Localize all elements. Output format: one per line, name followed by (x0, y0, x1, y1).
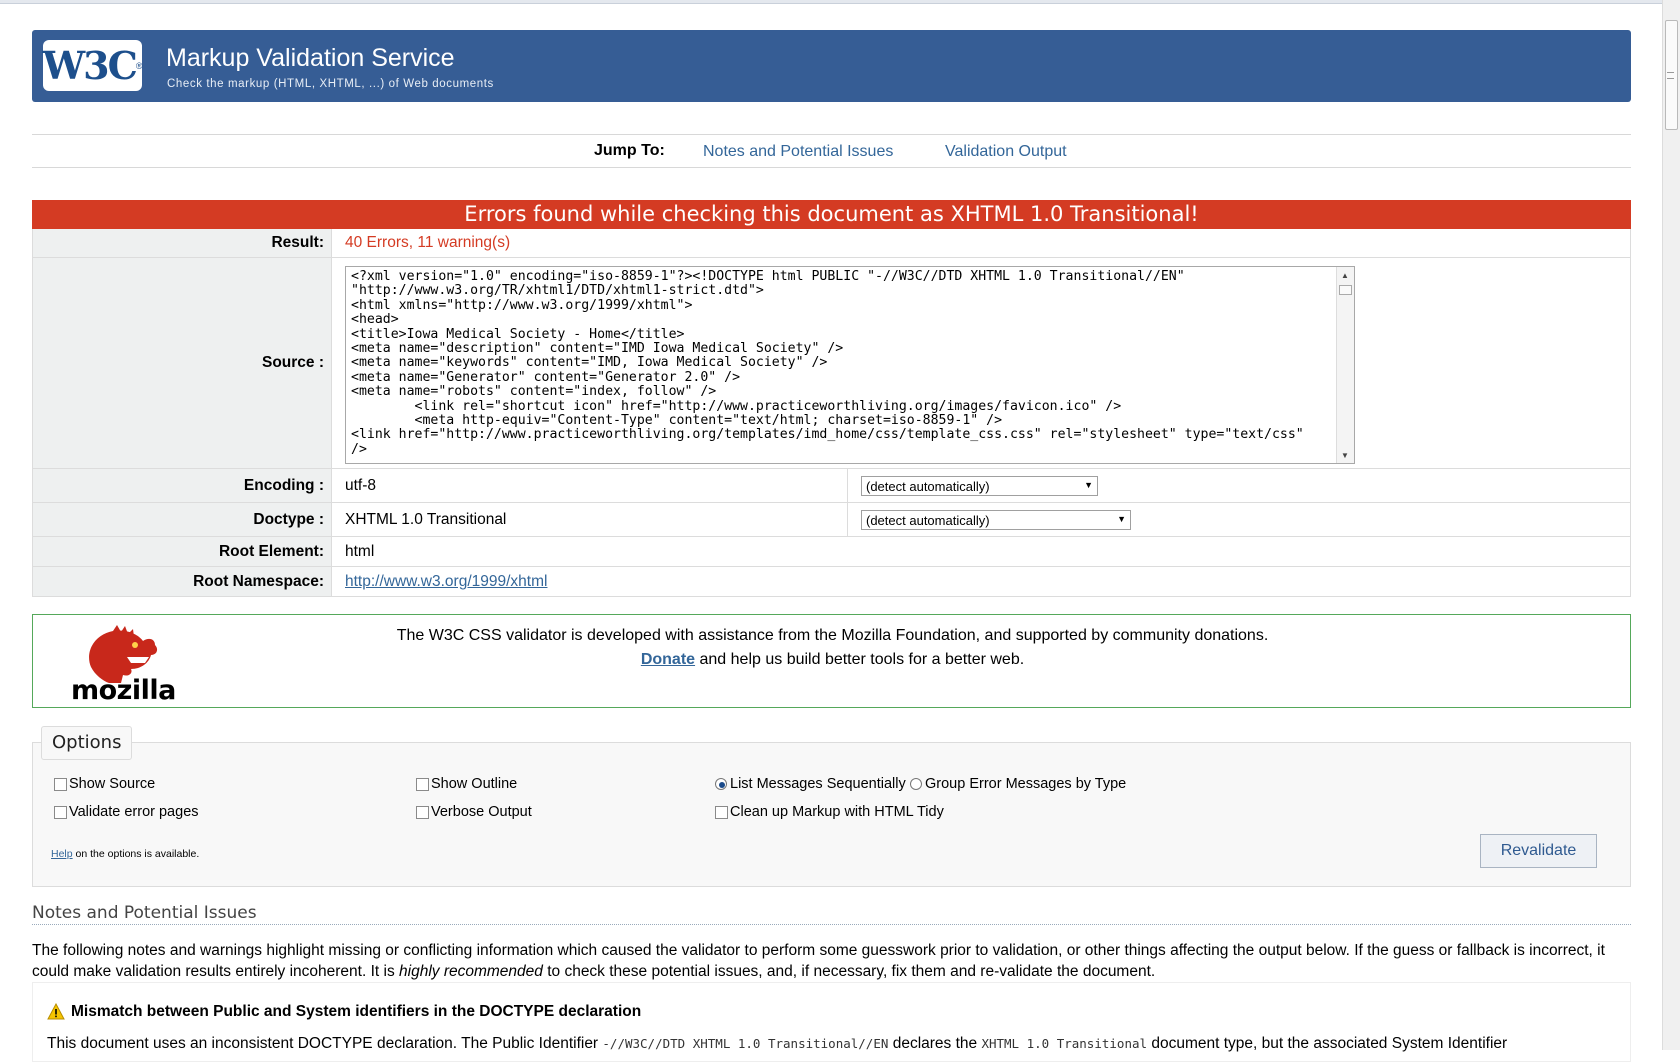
jump-link-output[interactable]: Validation Output (945, 143, 1067, 161)
scroll-down-icon[interactable]: ▼ (1341, 451, 1349, 460)
list-sequential-option[interactable]: List Messages Sequentially (715, 776, 906, 792)
group-by-type-label: Group Error Messages by Type (925, 776, 1127, 792)
options-panel: Options Show Source Show Outline List Me… (32, 726, 1631, 887)
scroll-thumb[interactable] (1339, 285, 1352, 295)
result-header: Errors found while checking this documen… (32, 200, 1631, 229)
chevron-down-icon: ▼ (1084, 480, 1093, 490)
source-text: <?xml version="1.0" encoding="iso-8859-1… (351, 269, 1304, 457)
chevron-down-icon: ▼ (1117, 514, 1126, 524)
encoding-label: Encoding : (33, 469, 332, 502)
group-by-type-option[interactable]: Group Error Messages by Type (910, 776, 1126, 792)
show-source-checkbox[interactable] (54, 777, 67, 791)
page-title: Markup Validation Service (166, 44, 455, 72)
jump-label: Jump To: (594, 142, 665, 159)
list-sequential-label: List Messages Sequentially (730, 776, 906, 792)
options-help-text: on the options is available. (72, 848, 200, 860)
warning-code-doctype: XHTML 1.0 Transitional (981, 1036, 1148, 1051)
verbose-output-option[interactable]: Verbose Output (416, 804, 532, 820)
notes-emphasis: highly recommended (399, 963, 543, 980)
warning-box: Mismatch between Public and System ident… (32, 982, 1631, 1062)
show-outline-label: Show Outline (431, 776, 518, 792)
encoding-row: Encoding : utf-8 (detect automatically) … (32, 469, 1631, 503)
scroll-grip-icon (1667, 72, 1674, 79)
w3c-logo-reg: ® (135, 60, 143, 71)
source-row: Source : <?xml version="1.0" encoding="i… (32, 258, 1631, 469)
doctype-value: XHTML 1.0 Transitional (345, 511, 507, 528)
root-namespace-row: Root Namespace: http://www.w3.org/1999/x… (32, 567, 1631, 597)
sponsor-donate-line: Donate and help us build better tools fo… (33, 651, 1632, 669)
cell-divider (847, 503, 848, 536)
list-sequential-radio[interactable] (715, 778, 727, 790)
root-element-label: Root Element: (33, 537, 332, 566)
encoding-value: utf-8 (345, 477, 377, 494)
doctype-select[interactable]: (detect automatically) ▼ (861, 510, 1131, 530)
encoding-select[interactable]: (detect automatically) ▼ (861, 476, 1098, 496)
jump-nav: Jump To: Notes and Potential Issues Vali… (32, 134, 1631, 168)
window-top-edge (0, 0, 1662, 4)
show-outline-option[interactable]: Show Outline (416, 776, 517, 792)
jump-link-notes[interactable]: Notes and Potential Issues (703, 143, 893, 161)
donate-line-text: and help us build better tools for a bet… (695, 651, 1025, 668)
cell-divider (847, 469, 848, 502)
clean-up-option[interactable]: Clean up Markup with HTML Tidy (715, 804, 944, 820)
result-row: Result: 40 Errors, 11 warning(s) (32, 229, 1631, 258)
clean-up-label: Clean up Markup with HTML Tidy (730, 804, 944, 820)
clean-up-checkbox[interactable] (715, 805, 728, 819)
source-label: Source : (33, 258, 332, 468)
warning-text-a: This document uses an inconsistent DOCTY… (47, 1035, 603, 1052)
sponsor-box: mozilla The W3C CSS validator is develop… (32, 614, 1631, 708)
show-source-label: Show Source (69, 776, 156, 792)
warning-text-b: declares the (888, 1035, 982, 1052)
header-banner: W3C ® Markup Validation Service Check the… (32, 30, 1631, 102)
warning-code-public-id: -//W3C//DTD XHTML 1.0 Transitional//EN (602, 1036, 889, 1051)
options-help-link[interactable]: Help (51, 848, 73, 860)
warning-icon (47, 1003, 65, 1020)
root-namespace-link[interactable]: http://www.w3.org/1999/xhtml (345, 573, 547, 590)
source-scrollbar[interactable]: ▲ ▼ (1336, 267, 1354, 463)
options-help-line: Help on the options is available. (51, 848, 199, 860)
warning-title-text: Mismatch between Public and System ident… (71, 1003, 642, 1020)
warning-description: This document uses an inconsistent DOCTY… (47, 1035, 1507, 1053)
notes-heading: Notes and Potential Issues (32, 903, 1631, 925)
validate-error-pages-label: Validate error pages (69, 804, 199, 820)
warning-text-c: document type, but the associated System… (1147, 1035, 1508, 1052)
encoding-select-value: (detect automatically) (866, 479, 990, 494)
root-element-row: Root Element: html (32, 537, 1631, 567)
verbose-output-checkbox[interactable] (416, 805, 429, 819)
validate-error-pages-checkbox[interactable] (54, 805, 67, 819)
revalidate-button[interactable]: Revalidate (1480, 834, 1597, 868)
warning-title: Mismatch between Public and System ident… (47, 1003, 641, 1021)
sponsor-text: The W3C CSS validator is developed with … (396, 627, 1269, 644)
mozilla-wordmark: mozilla (71, 675, 176, 706)
donate-link[interactable]: Donate (641, 651, 695, 668)
page-subtitle: Check the markup (HTML, XHTML, ...) of W… (167, 78, 494, 90)
source-textarea[interactable]: <?xml version="1.0" encoding="iso-8859-1… (345, 266, 1355, 464)
w3c-logo-text: W3C (42, 43, 138, 88)
group-by-type-radio[interactable] (910, 778, 922, 790)
options-legend: Options (41, 726, 133, 760)
scroll-up-icon[interactable]: ▲ (1341, 271, 1349, 280)
notes-text-b: to check these potential issues, and, if… (542, 963, 1156, 980)
notes-paragraph: The following notes and warnings highlig… (32, 940, 1631, 982)
result-label: Result: (33, 229, 332, 257)
root-element-value: html (345, 543, 375, 560)
doctype-row: Doctype : XHTML 1.0 Transitional (detect… (32, 503, 1631, 537)
root-namespace-label: Root Namespace: (33, 567, 332, 596)
verbose-output-label: Verbose Output (431, 804, 532, 820)
page-scrollbar[interactable] (1662, 0, 1680, 1050)
show-source-option[interactable]: Show Source (54, 776, 155, 792)
doctype-select-value: (detect automatically) (866, 513, 990, 528)
validate-error-pages-option[interactable]: Validate error pages (54, 804, 199, 820)
show-outline-checkbox[interactable] (416, 777, 429, 791)
root-namespace-cell: http://www.w3.org/1999/xhtml (345, 573, 547, 591)
result-value: 40 Errors, 11 warning(s) (345, 234, 511, 251)
doctype-label: Doctype : (33, 503, 332, 536)
w3c-logo[interactable]: W3C ® (42, 40, 143, 91)
